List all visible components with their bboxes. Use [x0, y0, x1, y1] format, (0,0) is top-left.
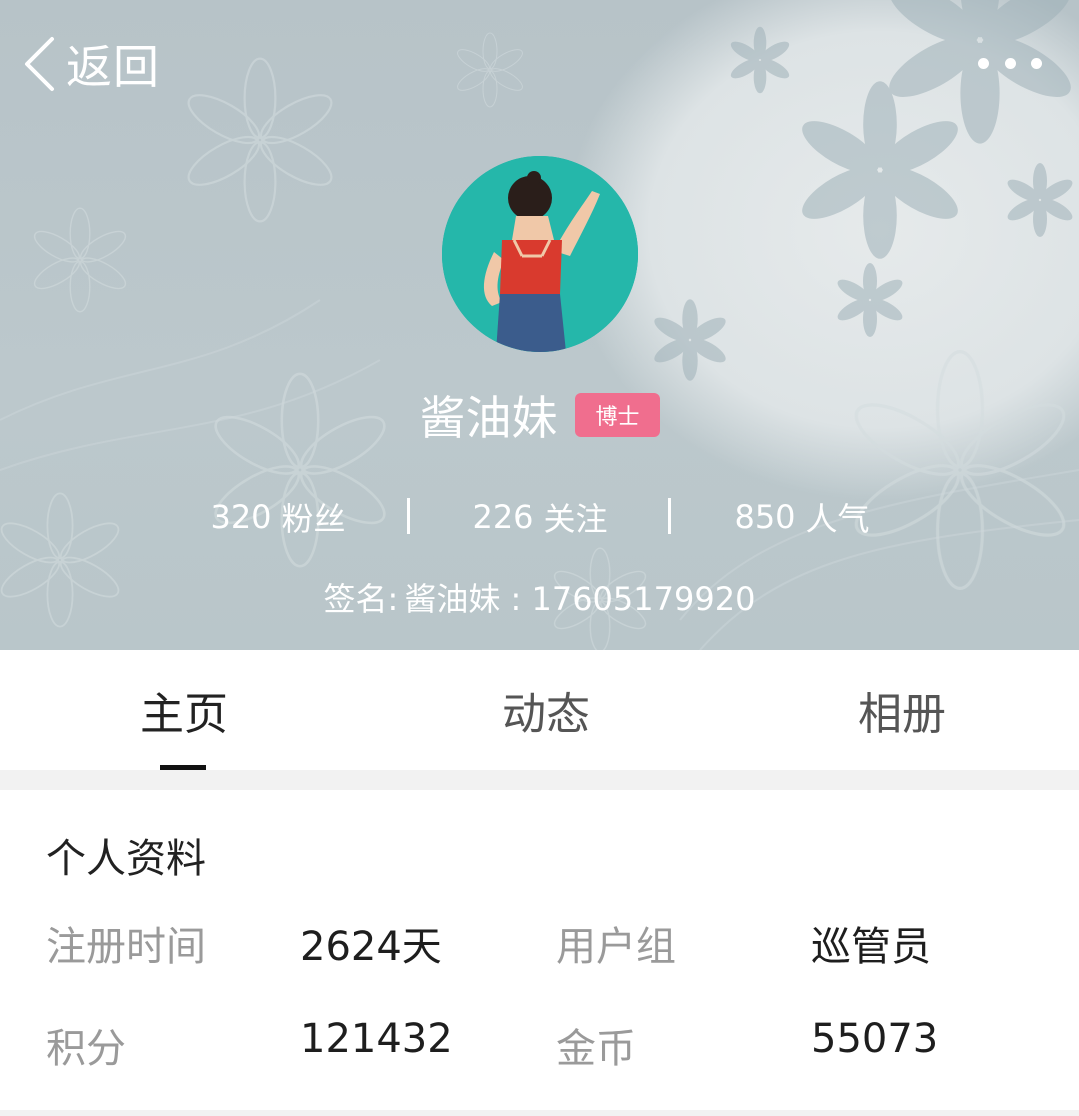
avatar[interactable]	[442, 156, 638, 352]
tab-home[interactable]: 主页	[34, 650, 334, 770]
tab-bar: 主页 动态 相册	[0, 650, 1079, 770]
profile-cover: 返回 酱油妹 博士 320 粉丝 226 关注 850 人气 签名: 酱油妹:…	[0, 0, 1079, 650]
stat-divider	[668, 498, 671, 534]
field-label-coins: 金币	[556, 1026, 636, 1072]
signature-text: 酱油妹 : 17605179920	[404, 580, 756, 618]
stat-value: 226	[472, 498, 534, 536]
user-name: 酱油妹	[419, 391, 558, 445]
back-label: 返回	[66, 40, 160, 94]
back-button[interactable]: 返回	[22, 34, 160, 94]
field-label-points: 积分	[46, 1026, 126, 1072]
stat-label: 关注	[543, 500, 608, 538]
avatar-image	[442, 156, 638, 352]
stat-fans[interactable]: 320 粉丝	[180, 494, 376, 540]
rank-badge: 博士	[575, 393, 660, 437]
active-tab-indicator	[160, 765, 206, 770]
chevron-left-icon	[25, 37, 54, 91]
tab-activity[interactable]: 动态	[396, 650, 696, 770]
stat-label: 粉丝	[281, 500, 346, 538]
signature-label: 签名:	[323, 580, 399, 618]
field-label-user-group: 用户组	[556, 924, 676, 970]
field-value-coins: 55073	[811, 1016, 939, 1062]
stat-divider	[407, 498, 410, 534]
field-label-register-time: 注册时间	[46, 924, 206, 970]
field-value-register-time: 2624天	[300, 924, 442, 970]
signature: 签名: 酱油妹 : 17605179920	[0, 574, 1079, 620]
tab-album[interactable]: 相册	[752, 650, 1052, 770]
more-options-button[interactable]	[978, 48, 1042, 78]
stat-following[interactable]: 226 关注	[440, 494, 640, 540]
section-title: 个人资料	[46, 836, 206, 882]
stat-popularity[interactable]: 850 人气	[702, 494, 902, 540]
stats-row: 320 粉丝 226 关注 850 人气	[0, 494, 1079, 540]
profile-info-card: 个人资料 注册时间 2624天 用户组 巡管员 积分 121432 金币 550…	[0, 790, 1079, 1110]
stat-label: 人气	[805, 500, 870, 538]
name-row: 酱油妹 博士	[0, 382, 1079, 448]
stat-value: 320	[210, 498, 272, 536]
field-value-user-group: 巡管员	[811, 924, 931, 970]
more-dots-icon	[978, 57, 989, 69]
stat-value: 850	[734, 498, 796, 536]
field-value-points: 121432	[300, 1016, 453, 1062]
